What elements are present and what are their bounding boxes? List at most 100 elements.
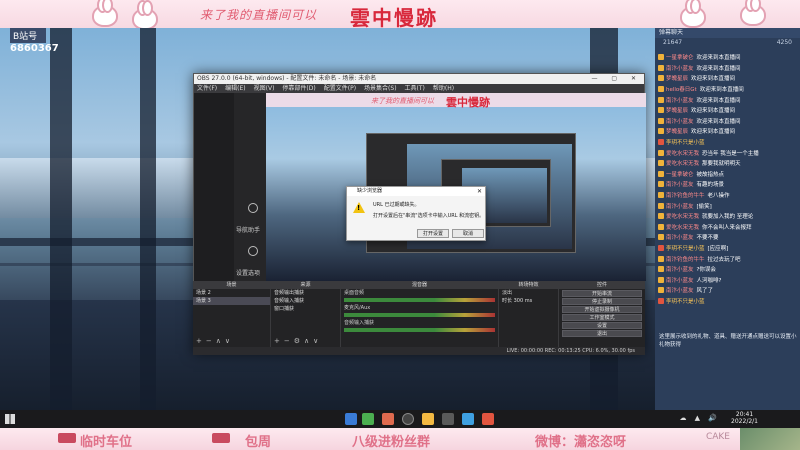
app-icon[interactable]: [442, 413, 454, 425]
open-settings-button[interactable]: 打开设置: [417, 229, 449, 238]
chat-message[interactable]: 南汴小蓝友 [偷笑]: [655, 200, 800, 211]
source-item[interactable]: 音频输入捕获: [271, 297, 340, 305]
chat-message[interactable]: 爱吃水宋无我 你不会叫人来会报拜: [655, 222, 800, 233]
chat-message[interactable]: 南汴钓鱼的牛牛 拉过去玩了吧: [655, 253, 800, 264]
shield-icon[interactable]: [248, 246, 258, 256]
menu-file[interactable]: 文件(F): [197, 84, 217, 93]
studio-mode-button[interactable]: 工作室模式: [562, 314, 642, 321]
chat-username[interactable]: 南汴小蓝友: [666, 180, 694, 188]
medal-badge-icon: [658, 297, 664, 304]
obs-icon[interactable]: [402, 413, 414, 425]
chat-message[interactable]: 李玥不只是小蓝: [655, 137, 800, 148]
chat-username[interactable]: 南汴小蓝友: [666, 265, 694, 273]
chat-message[interactable]: 南汴小蓝友 风了了: [655, 285, 800, 296]
chat-message[interactable]: 李玥不只是小蓝 [应应啊]: [655, 243, 800, 254]
chat-message[interactable]: 一星拿破仑 被故指热点: [655, 169, 800, 180]
app-icon[interactable]: [422, 413, 434, 425]
chat-message[interactable]: 爱吃水宋无我 那要我就明明天: [655, 158, 800, 169]
chat-message[interactable]: 南汴钓鱼的牛牛 老八操作: [655, 190, 800, 201]
menu-scene-collection[interactable]: 场景集合(S): [364, 84, 397, 93]
menu-docks[interactable]: 停靠部件(D): [282, 84, 315, 93]
chat-username[interactable]: 南汴钓鱼的牛牛: [666, 255, 705, 263]
chat-username[interactable]: 李玥不只是小蓝: [666, 297, 705, 305]
chat-username[interactable]: 爱吃水宋无我: [666, 149, 699, 157]
chat-username[interactable]: 南汴小蓝友: [666, 96, 694, 104]
menu-edit[interactable]: 编辑(E): [225, 84, 245, 93]
chat-message[interactable]: 爱吃水宋无我 恐当年 我当是一个主播: [655, 147, 800, 158]
chat-message[interactable]: 南汴小蓝友 有趣的场景: [655, 179, 800, 190]
settings-circle-icon[interactable]: [248, 203, 258, 213]
close-icon[interactable]: ✕: [477, 187, 482, 196]
windows-start-icon[interactable]: [5, 414, 15, 424]
chat-username[interactable]: 爱吃水宋无我: [666, 159, 699, 167]
chat-username[interactable]: 梦魄星辰: [666, 127, 688, 135]
chat-username[interactable]: 一星拿破仑: [666, 170, 694, 178]
chat-username[interactable]: 南汴小蓝友: [666, 233, 694, 241]
chat-username[interactable]: 梦魄星辰: [666, 74, 688, 82]
source-controls[interactable]: +−⚙∧∨: [274, 337, 322, 345]
volume-meter[interactable]: [344, 328, 495, 332]
chat-message[interactable]: 南汴小蓝友 欢迎来到本直播间: [655, 63, 800, 74]
menu-tools[interactable]: 工具(T): [405, 84, 425, 93]
volume-meter[interactable]: [344, 313, 495, 317]
chat-username[interactable]: 爱吃水宋无我: [666, 223, 699, 231]
transition-type[interactable]: 淡出: [499, 289, 558, 297]
chat-message[interactable]: 南汴小蓝友 欢迎来到本直播间: [655, 94, 800, 105]
menu-view[interactable]: 视图(V): [254, 84, 275, 93]
chat-username[interactable]: 南汴小蓝友: [666, 286, 694, 294]
chat-username[interactable]: 南汴小蓝友: [666, 202, 694, 210]
menu-help[interactable]: 帮助(H): [433, 84, 454, 93]
chat-text: 那要我就明明天: [702, 161, 741, 168]
chat-text: 人河咖啡?: [696, 277, 722, 284]
chat-message[interactable]: 一星拿破仑 欢迎来到本直播间: [655, 52, 800, 63]
brand-box: B站号 6860367: [10, 28, 60, 56]
chat-username[interactable]: 南汴小蓝友: [666, 64, 694, 72]
exit-button[interactable]: 退出: [562, 330, 642, 337]
chat-username[interactable]: 爱吃水宋无我: [666, 212, 699, 220]
clock[interactable]: 20:41 2022/2/1: [731, 411, 758, 425]
chat-message[interactable]: 李玥不只是小蓝: [655, 296, 800, 307]
chat-username[interactable]: 南汴小蓝友: [666, 117, 694, 125]
window-controls[interactable]: — ▢ ✕: [591, 74, 642, 84]
chat-message[interactable]: 南汴小蓝友 ?你误会: [655, 264, 800, 275]
virtual-camera-button[interactable]: 开始虚拟摄像机: [562, 306, 642, 313]
chat-message[interactable]: 梦魄星辰 欢迎来到本直播间: [655, 105, 800, 116]
scene-item[interactable]: 场景 3: [193, 297, 270, 305]
menu-profile[interactable]: 配置文件(P): [324, 84, 356, 93]
side-label-settings[interactable]: 设置选项: [236, 268, 260, 277]
chat-message[interactable]: 爱吃水宋无我 就要加入我的 至理论: [655, 211, 800, 222]
chat-username[interactable]: 南汴小蓝友: [666, 276, 694, 284]
chat-message[interactable]: hello春日Gt 欢迎来到本直播间: [655, 84, 800, 95]
cancel-button[interactable]: 取消: [452, 229, 484, 238]
chat-message[interactable]: 南汴小蓝友 欢迎来到本直播间: [655, 116, 800, 127]
system-tray[interactable]: ☁ ▲ 🔊: [679, 414, 720, 422]
volume-meter[interactable]: [344, 298, 495, 302]
medal-badge-icon: [658, 139, 664, 146]
settings-button[interactable]: 设置: [562, 322, 642, 329]
chat-message[interactable]: 梦魄星辰 欢迎来到本直播间: [655, 126, 800, 137]
side-label-guide[interactable]: 导航助手: [236, 225, 260, 234]
source-item[interactable]: 窗口捕获: [271, 305, 340, 313]
sources-dock: 来源 音频输出捕获 音频输入捕获 窗口捕获 +−⚙∧∨: [271, 281, 341, 347]
chat-username[interactable]: hello春日Gt: [666, 85, 697, 93]
chat-username[interactable]: 一星拿破仑: [666, 53, 694, 61]
chat-username[interactable]: 梦魄星辰: [666, 106, 688, 114]
app-icon[interactable]: [382, 413, 394, 425]
app-icon[interactable]: [462, 413, 474, 425]
chat-username[interactable]: 李玥不只是小蓝: [666, 138, 705, 146]
chat-username[interactable]: 李玥不只是小蓝: [666, 244, 705, 252]
chat-message[interactable]: 南汴小蓝友 不要不要: [655, 232, 800, 243]
chat-message-list[interactable]: 一星拿破仑 欢迎来到本直播间 南汴小蓝友 欢迎来到本直播间 梦魄星辰 欢迎来到本直播间 he…: [655, 52, 800, 328]
wechat-icon[interactable]: [362, 413, 374, 425]
duration-value[interactable]: 300 ms: [514, 298, 533, 304]
scene-item[interactable]: 场景 2: [193, 289, 270, 297]
chat-username[interactable]: 南汴钓鱼的牛牛: [666, 191, 705, 199]
scene-controls[interactable]: +−∧∨: [196, 337, 234, 345]
chat-message[interactable]: 梦魄星辰 欢迎来到本直播间: [655, 73, 800, 84]
source-item[interactable]: 音频输出捕获: [271, 289, 340, 297]
chat-message[interactable]: 南汴小蓝友 人河咖啡?: [655, 274, 800, 285]
app-icon[interactable]: [345, 413, 357, 425]
start-streaming-button[interactable]: 开始串流: [562, 290, 642, 297]
stop-recording-button[interactable]: 停止录制: [562, 298, 642, 305]
app-icon[interactable]: [482, 413, 494, 425]
